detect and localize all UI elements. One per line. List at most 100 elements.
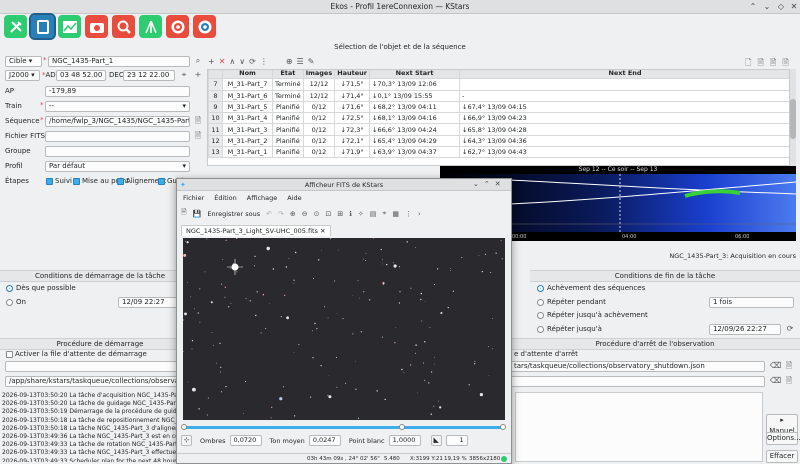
fits-file-icon[interactable]: 🗎: [193, 131, 203, 141]
target-type-combo[interactable]: Cible ▾: [5, 56, 42, 67]
end-repeat-complete-radio[interactable]: Répéter jusqu'à achèvement: [537, 310, 648, 321]
step-track-checkbox[interactable]: Suivi: [46, 176, 72, 187]
fits-minimize-icon[interactable]: ⌄: [473, 180, 479, 188]
move-down-icon[interactable]: ∨: [239, 57, 245, 66]
add-job-icon[interactable]: +: [208, 57, 215, 66]
tab-close-icon[interactable]: ✕: [320, 227, 325, 235]
mount-module-icon[interactable]: [139, 15, 162, 38]
save-as-button[interactable]: Enregistrer sous: [207, 210, 260, 218]
undo-icon[interactable]: ↶: [266, 210, 272, 218]
more-fits-icon[interactable]: ›: [418, 210, 421, 218]
more-icon[interactable]: ⋮: [260, 57, 268, 66]
scheduler-module-icon[interactable]: [29, 13, 56, 40]
fits-maximize-icon[interactable]: ⌃: [484, 180, 490, 188]
shutdown-queue-input[interactable]: [510, 376, 765, 387]
move-up-icon[interactable]: ∧: [229, 57, 235, 66]
open-icon[interactable]: 🗎: [181, 208, 187, 219]
stats-icon[interactable]: ℹ: [349, 210, 352, 218]
zoom-out-icon[interactable]: ⊖: [302, 210, 308, 218]
epoch-combo[interactable]: J2000 ▾: [5, 70, 40, 81]
stretch-handle-right[interactable]: [500, 424, 506, 430]
save-icon[interactable]: 💾: [193, 210, 202, 218]
sequence-file-icon[interactable]: 🗎: [193, 116, 203, 126]
fits-menu-item[interactable]: Édition: [214, 194, 237, 202]
maximize-icon[interactable]: ◇: [776, 2, 786, 12]
fits-menu-item[interactable]: Fichier: [183, 194, 204, 202]
analyze-module-icon[interactable]: [58, 15, 81, 38]
column-header[interactable]: [208, 70, 223, 80]
redo-icon[interactable]: ↷: [278, 210, 284, 218]
table-row[interactable]: 8 M_31-Part_6 Terminé 12/12 ↓71,4° ↓0,1° 13/0…: [208, 89, 789, 102]
column-header[interactable]: État: [272, 70, 304, 80]
start-date-input[interactable]: 12/09 22:27: [118, 297, 178, 308]
fits-menu-item[interactable]: Affichage: [247, 194, 278, 202]
clear-shutdown-2-icon[interactable]: ⌫: [770, 376, 781, 386]
on-radio[interactable]: On: [6, 297, 26, 308]
telescope-icon[interactable]: ⌖: [179, 70, 189, 80]
close-icon[interactable]: ✕: [789, 2, 799, 12]
zoom-icon[interactable]: ⊕: [286, 57, 293, 66]
repeat-count-input[interactable]: 1 fois: [709, 297, 794, 308]
fits-image[interactable]: [182, 237, 505, 420]
startup-queue-input[interactable]: [5, 361, 185, 372]
zoom-fit-icon[interactable]: ⊡: [326, 210, 332, 218]
keep-above-icon[interactable]: ⌃: [748, 2, 758, 12]
fits-close-icon[interactable]: ✕: [495, 180, 501, 188]
reset-icon[interactable]: ⟳: [249, 57, 256, 66]
open-shutdown-2-icon[interactable]: 🗎: [784, 376, 794, 386]
table-row[interactable]: 13 M_31-Part_1 Planifié 0/12 ↓71,9° ↓63,9° 13…: [208, 146, 789, 159]
list-icon[interactable]: ☰: [297, 57, 304, 66]
add-icon[interactable]: +: [193, 70, 203, 80]
gamma-input[interactable]: 1: [445, 435, 468, 446]
startup-script-input[interactable]: /app/share/kstars/taskqueue/collections/…: [5, 376, 185, 387]
search-icon[interactable]: ⌕: [193, 56, 203, 66]
table-row[interactable]: 10 M_31-Part_4 Planifié 0/12 ↓72,5° ↓68,1° 13…: [208, 112, 789, 125]
column-header[interactable]: Nom: [222, 70, 273, 80]
shadows-input[interactable]: 0,0720: [229, 435, 262, 446]
remove-job-icon[interactable]: ✕: [219, 57, 226, 66]
table-row[interactable]: 12 M_31-Part_2 Planifié 0/12 ↓72,1° ↓65,4° 13…: [208, 134, 789, 148]
repeat-until-icon[interactable]: ⟳: [785, 324, 795, 334]
stretch-handle-left[interactable]: [181, 424, 187, 430]
ap-input[interactable]: -179,89: [45, 86, 190, 97]
zoom-fill-icon[interactable]: ⊞: [337, 210, 343, 218]
gamma-icon[interactable]: ◣: [430, 435, 442, 446]
zoom-in-icon[interactable]: ⊕: [290, 210, 296, 218]
ad-input[interactable]: 03 48 52.00: [56, 70, 106, 81]
table-row[interactable]: 9 M_31-Part_5 Planifié 0/12 ↓71,6° ↓68,2° 13/…: [208, 100, 789, 114]
table-scrollbar[interactable]: [790, 69, 796, 166]
train-combo[interactable]: -- ▾: [45, 101, 190, 112]
activate-startup-checkbox[interactable]: Activer la file d'attente de démarrage: [6, 349, 147, 360]
star-detect-icon[interactable]: ✧: [358, 210, 364, 218]
table-row[interactable]: 11 M_31-Part_3 Planifié 0/12 ↓72,3° ↓66,6° 13…: [208, 123, 789, 136]
edit-icon[interactable]: ✎: [308, 57, 315, 66]
group-input[interactable]: [45, 146, 190, 157]
midtones-input[interactable]: 0,0247: [308, 435, 341, 446]
stretch-handle-mid[interactable]: [399, 424, 405, 430]
column-header[interactable]: Next Start: [369, 70, 461, 80]
grid-icon[interactable]: ▦: [392, 210, 399, 218]
capture-module-icon[interactable]: [85, 15, 108, 38]
clear-shutdown-icon[interactable]: ⌫: [770, 361, 781, 371]
options-button[interactable]: Options...: [766, 432, 800, 445]
crosshair-icon[interactable]: ⌖: [382, 209, 386, 218]
auto-stretch-icon[interactable]: ⊹: [181, 435, 192, 446]
align-module-icon[interactable]: [166, 15, 189, 38]
end-repeat-until-radio[interactable]: Répéter jusqu'à: [537, 324, 602, 335]
histogram-icon[interactable]: ▤: [370, 210, 377, 218]
zoom-default-icon[interactable]: ⊙: [314, 210, 320, 218]
white-input[interactable]: 1,0000: [388, 435, 421, 446]
setup-module-icon[interactable]: [4, 15, 27, 38]
fits-tab[interactable]: NGC_1435-Part_3_Light_SV-UHC_005.fits ✕: [181, 225, 331, 236]
guide-module-icon[interactable]: [193, 15, 216, 38]
focus-module-icon[interactable]: [112, 15, 135, 38]
fits-input[interactable]: [45, 131, 190, 142]
dec-input[interactable]: 23 12 22.00: [123, 70, 175, 81]
shutdown-script-input[interactable]: tars/taskqueue/collections/observatory_s…: [510, 361, 765, 372]
sequence-input[interactable]: /home/fwlp_3/NGC_1435/NGC_1435-Part_1.es…: [45, 116, 190, 127]
asap-radio[interactable]: Dès que possible: [6, 283, 76, 294]
end-repeat-radio[interactable]: Répéter pendant: [537, 297, 606, 308]
fits-menu-item[interactable]: Aide: [287, 194, 301, 202]
column-header[interactable]: Hauteur: [334, 70, 371, 80]
open-shutdown-icon[interactable]: 🗎: [784, 361, 794, 371]
